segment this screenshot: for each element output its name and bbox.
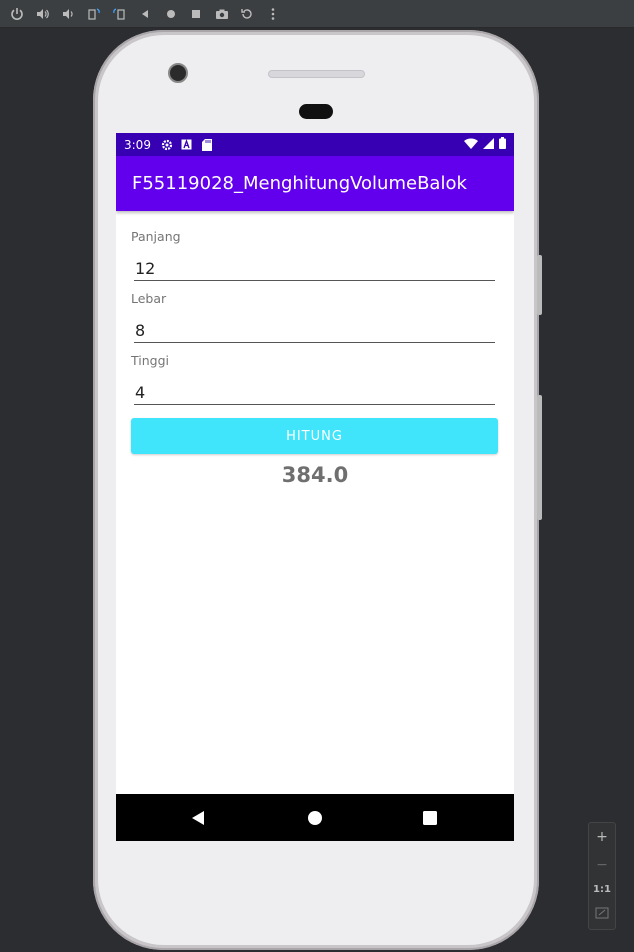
volume-up-icon[interactable] (32, 3, 54, 25)
zoom-one-to-one-button[interactable]: 1:1 (593, 884, 611, 895)
zoom-in-button[interactable]: + (596, 829, 608, 845)
proximity-sensor (299, 104, 333, 119)
earpiece-speaker (268, 70, 365, 78)
navigation-bar (116, 794, 514, 841)
camera-icon[interactable] (211, 3, 233, 25)
overview-icon[interactable] (185, 3, 207, 25)
lebar-value: 8 (135, 321, 146, 340)
emulator-toolbar (0, 0, 634, 28)
power-icon[interactable] (6, 3, 28, 25)
tinggi-label: Tinggi (131, 353, 169, 368)
panjang-input[interactable]: 12 (134, 255, 495, 281)
hitung-button[interactable]: HITUNG (131, 418, 498, 454)
replay-icon[interactable] (236, 3, 258, 25)
result-text: 384.0 (281, 463, 349, 487)
nav-recents-icon[interactable] (410, 794, 450, 841)
panjang-value: 12 (135, 259, 156, 278)
volume-down-icon[interactable] (57, 3, 79, 25)
nav-home-icon[interactable] (295, 794, 335, 841)
phone-screen: 3:09 F55119028_MenghitungVolumeBalok Pan… (116, 133, 514, 841)
fit-screen-icon[interactable] (595, 907, 609, 923)
signal-icon (483, 137, 494, 152)
rotate-left-icon[interactable] (83, 3, 105, 25)
settings-icon (161, 139, 173, 151)
front-camera (168, 63, 188, 83)
tinggi-input[interactable]: 4 (134, 379, 495, 405)
lebar-input[interactable]: 8 (134, 317, 495, 343)
status-right-icons (464, 137, 506, 152)
app-title: F55119028_MenghitungVolumeBalok (132, 173, 467, 194)
home-icon[interactable] (160, 3, 182, 25)
zoom-out-button[interactable]: − (596, 857, 608, 873)
status-time: 3:09 (124, 137, 151, 152)
power-side-button (537, 395, 542, 520)
nav-back-icon[interactable] (178, 794, 218, 841)
a-icon (181, 139, 193, 151)
back-icon[interactable] (134, 3, 156, 25)
wifi-icon (464, 137, 478, 152)
zoom-panel: + − 1:1 (588, 822, 616, 930)
app-bar: F55119028_MenghitungVolumeBalok (116, 156, 514, 211)
sd-card-icon (201, 138, 213, 151)
rotate-right-icon[interactable] (108, 3, 130, 25)
tinggi-value: 4 (135, 383, 146, 402)
battery-icon (499, 137, 506, 152)
panjang-label: Panjang (131, 229, 181, 244)
status-bar: 3:09 (116, 133, 514, 156)
more-icon[interactable] (262, 3, 284, 25)
lebar-label: Lebar (131, 291, 167, 306)
volume-side-button (537, 255, 542, 315)
